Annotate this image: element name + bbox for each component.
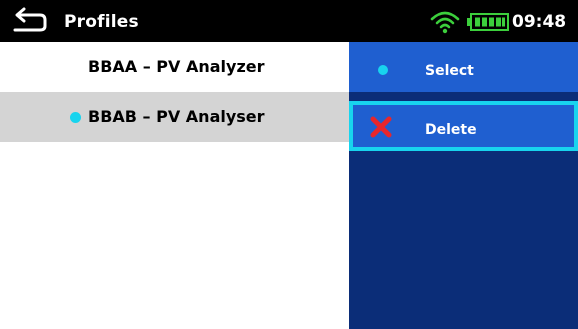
clock-time: 09:48: [512, 12, 567, 32]
delete-x-icon: [370, 116, 392, 138]
menu-item-delete[interactable]: Delete: [349, 101, 578, 151]
list-item[interactable]: BBAB – PV Analyser: [0, 92, 349, 142]
header-bar: Profiles 09:48: [0, 0, 578, 42]
bullet-icon: [378, 65, 388, 75]
menu-item-select[interactable]: Select: [349, 42, 578, 92]
back-arrow-icon[interactable]: [12, 4, 52, 36]
menu-item-label: Delete: [425, 122, 477, 138]
bullet-icon: [70, 112, 81, 123]
profile-label: BBAB – PV Analyser: [88, 107, 265, 126]
profile-label: BBAA – PV Analyzer: [88, 57, 265, 76]
list-item[interactable]: BBAA – PV Analyzer: [0, 42, 349, 92]
page-title: Profiles: [64, 12, 139, 32]
wifi-icon: [430, 11, 460, 34]
profile-list: BBAA – PV Analyzer BBAB – PV Analyser: [0, 42, 349, 329]
battery-icon: [467, 13, 509, 31]
context-menu: Select Delete: [349, 42, 578, 329]
menu-item-label: Select: [425, 63, 474, 79]
